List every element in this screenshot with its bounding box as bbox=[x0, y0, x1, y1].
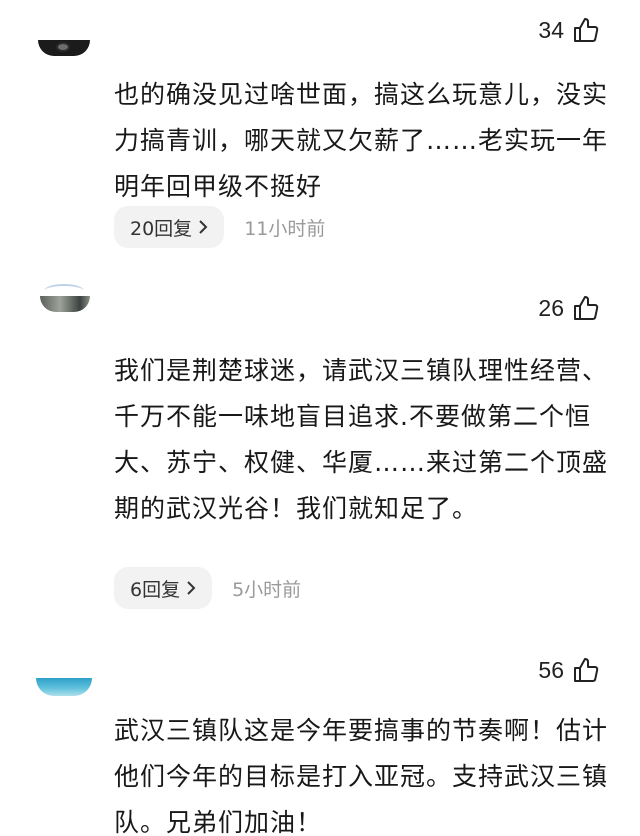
avatar[interactable] bbox=[36, 284, 92, 314]
thumbs-up-icon bbox=[574, 658, 599, 682]
chevron-right-icon bbox=[187, 581, 196, 595]
reply-count-label: 20回复 bbox=[130, 217, 193, 240]
replies-button[interactable]: 6回复 bbox=[114, 567, 213, 609]
replies-button[interactable]: 20回复 bbox=[114, 206, 225, 248]
like-button[interactable]: 34 bbox=[538, 14, 600, 46]
avatar[interactable] bbox=[36, 36, 92, 66]
like-button[interactable]: 56 bbox=[538, 654, 600, 686]
like-count: 34 bbox=[538, 16, 564, 43]
comment-text: 我们是荆楚球迷，请武汉三镇队理性经营、千万不能一味地盲目追求.不要做第二个恒大、… bbox=[114, 356, 609, 523]
timestamp: 11小时前 bbox=[244, 217, 326, 240]
avatar[interactable] bbox=[36, 676, 92, 706]
like-button[interactable]: 26 bbox=[538, 292, 600, 324]
thumbs-up-icon bbox=[574, 18, 599, 42]
chevron-right-icon bbox=[199, 220, 208, 234]
thumbs-up-icon bbox=[574, 296, 599, 320]
timestamp: 5小时前 bbox=[232, 578, 302, 601]
comment-text: 武汉三镇队这是今年要搞事的节奏啊！估计他们今年的目标是打入亚冠。支持武汉三镇队。… bbox=[114, 716, 609, 836]
comment-text: 也的确没见过啥世面，搞这么玩意儿，没实力搞青训，哪天就又欠薪了……老实玩一年明年… bbox=[114, 80, 609, 201]
like-count: 26 bbox=[538, 294, 564, 321]
like-count: 56 bbox=[538, 656, 564, 683]
reply-count-label: 6回复 bbox=[130, 578, 181, 601]
